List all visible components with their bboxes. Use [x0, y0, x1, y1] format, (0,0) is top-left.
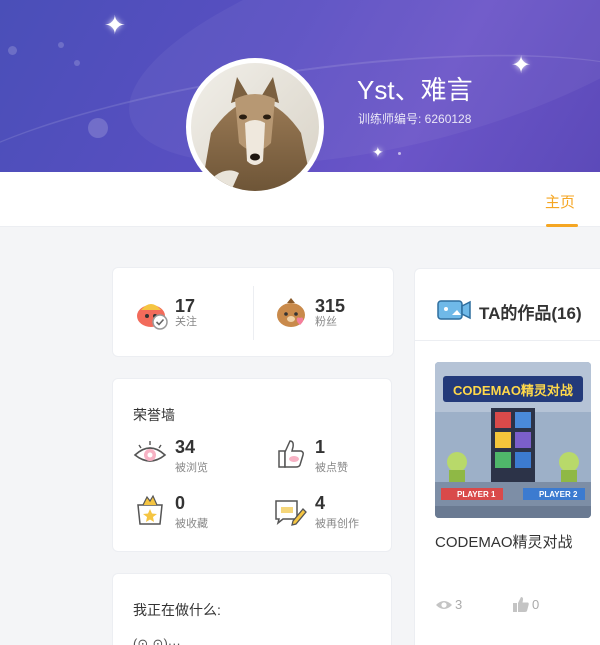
pencil-card-icon	[275, 500, 307, 526]
star-box-icon	[137, 494, 163, 525]
work-views-count: 3	[455, 597, 463, 612]
following-mascot-icon	[137, 304, 168, 330]
trainer-id: 训练师编号: 6260128	[358, 112, 472, 126]
username: Yst、难言	[357, 75, 473, 105]
favorites-count: 0	[175, 493, 186, 513]
sparkle-icon: ✦	[104, 10, 126, 40]
thumbs-up-icon	[513, 597, 529, 612]
remix-label: 被再创作	[315, 518, 359, 530]
fans-mascot-icon	[277, 298, 305, 327]
profile-nav: 主页	[0, 172, 600, 227]
wolf-avatar-image	[191, 63, 319, 191]
tab-home[interactable]: 主页	[545, 191, 575, 212]
sparkle-icon: ✦	[511, 52, 532, 79]
works-header: TA的作品(16)	[415, 269, 600, 341]
fans-count: 315	[315, 296, 346, 316]
honor-wall-card: 荣誉墙 34 被浏览 1 被点赞 0 被收藏 4 被再创作	[112, 378, 392, 552]
sparkle-icon: ✦	[372, 144, 384, 160]
favorites-label: 被收藏	[175, 518, 208, 530]
work-thumbnail[interactable]: CODEMAO精灵对战 PLAYER 1 PLAYER 2	[435, 362, 591, 518]
banner-bubble	[74, 60, 80, 66]
divider	[253, 286, 254, 340]
sparkle-dot	[398, 152, 401, 155]
work-likes: 0	[513, 597, 539, 612]
status-card: 我正在做什么: (⊙ˍ⊙)···	[112, 573, 392, 645]
eye-icon	[133, 441, 167, 462]
cover-title: CODEMAO精灵对战	[453, 383, 573, 398]
banner-bubble	[58, 42, 64, 48]
following-stat[interactable]: 17 关注	[135, 296, 197, 330]
fans-label: 粉丝	[315, 316, 337, 328]
remix-count: 4	[315, 493, 326, 513]
cover-player2: PLAYER 2	[539, 490, 578, 499]
following-label: 关注	[175, 316, 197, 328]
game-cover-image: CODEMAO精灵对战 PLAYER 1 PLAYER 2	[435, 362, 591, 518]
work-views: 3	[435, 597, 462, 612]
status-title: 我正在做什么:	[133, 602, 221, 618]
follow-stats-card: 17 关注 315 粉丝	[112, 267, 394, 357]
banner-bubble	[88, 118, 108, 138]
banner-bubble	[8, 46, 17, 55]
work-title-link[interactable]: CODEMAO精灵对战	[435, 531, 573, 552]
work-likes-count: 0	[532, 597, 540, 612]
honor-wall-title: 荣誉墙	[133, 407, 175, 423]
views-label: 被浏览	[175, 462, 208, 474]
cover-player1: PLAYER 1	[457, 490, 496, 499]
fans-stat[interactable]: 315 粉丝	[275, 296, 345, 330]
works-camera-icon	[437, 300, 471, 320]
following-count: 17	[175, 296, 196, 316]
thumbs-up-icon	[278, 440, 304, 468]
tab-home-indicator	[546, 224, 578, 227]
likes-count: 1	[315, 437, 326, 457]
views-count: 34	[175, 437, 196, 457]
likes-label: 被点赞	[315, 462, 348, 474]
works-card: TA的作品(16) CODEMAO精灵对战 PLAYER 1 PLAYER 2 …	[414, 268, 600, 645]
status-text: (⊙ˍ⊙)···	[133, 636, 181, 645]
avatar[interactable]	[186, 58, 324, 196]
works-title: TA的作品(16)	[479, 304, 582, 323]
eye-icon	[436, 600, 452, 609]
